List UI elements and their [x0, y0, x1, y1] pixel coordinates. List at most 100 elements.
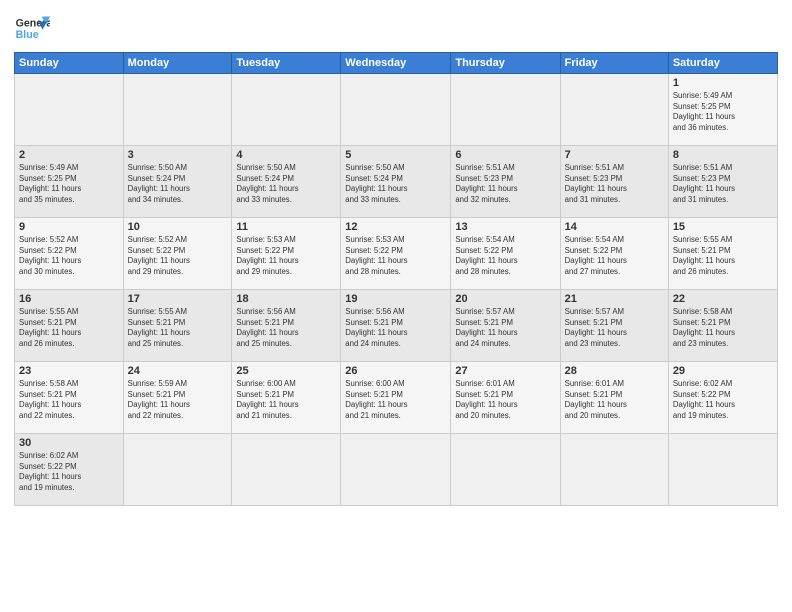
day-number: 25 — [236, 365, 336, 377]
day-number: 24 — [128, 365, 228, 377]
header: General Blue — [14, 10, 778, 46]
calendar-cell: 29 Sunrise: 6:02 AMSunset: 5:22 PMDayligh… — [668, 362, 777, 434]
calendar-cell — [341, 74, 451, 146]
day-info: Sunrise: 6:02 AMSunset: 5:22 PMDaylight:… — [19, 451, 119, 493]
calendar-cell: 11 Sunrise: 5:53 AMSunset: 5:22 PMDayligh… — [232, 218, 341, 290]
day-info: Sunrise: 5:55 AMSunset: 5:21 PMDaylight:… — [128, 307, 228, 349]
calendar-cell: 2 Sunrise: 5:49 AMSunset: 5:25 PMDaylight… — [15, 146, 124, 218]
calendar-body: 1 Sunrise: 5:49 AMSunset: 5:25 PMDaylight… — [15, 74, 778, 506]
calendar-cell: 26Sunrise: 6:00 AMSunset: 5:21 PMDayligh… — [341, 362, 451, 434]
calendar-cell: 6Sunrise: 5:51 AMSunset: 5:23 PMDaylight… — [451, 146, 560, 218]
day-number: 9 — [19, 221, 119, 233]
calendar-cell: 15 Sunrise: 5:55 AMSunset: 5:21 PMDayligh… — [668, 218, 777, 290]
calendar-cell: 19 Sunrise: 5:56 AMSunset: 5:21 PMDayligh… — [341, 290, 451, 362]
day-number: 19 — [345, 293, 446, 305]
calendar-week-3: 9 Sunrise: 5:52 AMSunset: 5:22 PMDaylight… — [15, 218, 778, 290]
day-of-week-saturday: Saturday — [668, 53, 777, 74]
day-info: Sunrise: 5:51 AMSunset: 5:23 PMDaylight:… — [455, 163, 555, 205]
calendar-cell: 21 Sunrise: 5:57 AMSunset: 5:21 PMDayligh… — [560, 290, 668, 362]
calendar-cell: 5 Sunrise: 5:50 AMSunset: 5:24 PMDaylight… — [341, 146, 451, 218]
calendar-week-4: 16Sunrise: 5:55 AMSunset: 5:21 PMDayligh… — [15, 290, 778, 362]
day-info: Sunrise: 5:50 AMSunset: 5:24 PMDaylight:… — [128, 163, 228, 205]
calendar-cell — [560, 434, 668, 506]
calendar-cell: 13Sunrise: 5:54 AMSunset: 5:22 PMDayligh… — [451, 218, 560, 290]
day-number: 8 — [673, 149, 773, 161]
day-number: 28 — [565, 365, 664, 377]
day-number: 12 — [345, 221, 446, 233]
calendar-cell: 30Sunrise: 6:02 AMSunset: 5:22 PMDayligh… — [15, 434, 124, 506]
calendar-cell — [668, 434, 777, 506]
day-number: 4 — [236, 149, 336, 161]
day-info: Sunrise: 5:55 AMSunset: 5:21 PMDaylight:… — [673, 235, 773, 277]
svg-text:Blue: Blue — [16, 29, 39, 41]
day-number: 3 — [128, 149, 228, 161]
generalblue-logo-icon: General Blue — [14, 10, 50, 46]
calendar-header: SundayMondayTuesdayWednesdayThursdayFrid… — [15, 53, 778, 74]
calendar-cell: 9 Sunrise: 5:52 AMSunset: 5:22 PMDaylight… — [15, 218, 124, 290]
day-info: Sunrise: 5:49 AMSunset: 5:25 PMDaylight:… — [19, 163, 119, 205]
calendar-cell: 25 Sunrise: 6:00 AMSunset: 5:21 PMDayligh… — [232, 362, 341, 434]
day-of-week-sunday: Sunday — [15, 53, 124, 74]
day-info: Sunrise: 5:57 AMSunset: 5:21 PMDaylight:… — [455, 307, 555, 349]
calendar-cell — [232, 434, 341, 506]
calendar-cell: 17Sunrise: 5:55 AMSunset: 5:21 PMDayligh… — [123, 290, 232, 362]
day-number: 21 — [565, 293, 664, 305]
day-number: 11 — [236, 221, 336, 233]
day-number: 26 — [345, 365, 446, 377]
day-info: Sunrise: 5:56 AMSunset: 5:21 PMDaylight:… — [345, 307, 446, 349]
day-number: 15 — [673, 221, 773, 233]
calendar-cell — [15, 74, 124, 146]
calendar-week-5: 23 Sunrise: 5:58 AMSunset: 5:21 PMDayligh… — [15, 362, 778, 434]
day-number: 20 — [455, 293, 555, 305]
calendar-cell: 1 Sunrise: 5:49 AMSunset: 5:25 PMDaylight… — [668, 74, 777, 146]
logo: General Blue — [14, 10, 50, 46]
day-info: Sunrise: 5:49 AMSunset: 5:25 PMDaylight:… — [673, 91, 773, 133]
day-info: Sunrise: 6:01 AMSunset: 5:21 PMDaylight:… — [565, 379, 664, 421]
calendar-cell — [451, 74, 560, 146]
calendar-cell: 28 Sunrise: 6:01 AMSunset: 5:21 PMDayligh… — [560, 362, 668, 434]
calendar-cell — [341, 434, 451, 506]
day-number: 29 — [673, 365, 773, 377]
day-info: Sunrise: 5:57 AMSunset: 5:21 PMDaylight:… — [565, 307, 664, 349]
day-info: Sunrise: 5:52 AMSunset: 5:22 PMDaylight:… — [19, 235, 119, 277]
calendar-week-1: 1 Sunrise: 5:49 AMSunset: 5:25 PMDaylight… — [15, 74, 778, 146]
page: General Blue SundayMondayTuesdayWednesda… — [0, 0, 792, 612]
day-number: 22 — [673, 293, 773, 305]
calendar-cell: 10 Sunrise: 5:52 AMSunset: 5:22 PMDayligh… — [123, 218, 232, 290]
day-number: 10 — [128, 221, 228, 233]
calendar-cell: 27 Sunrise: 6:01 AMSunset: 5:21 PMDayligh… — [451, 362, 560, 434]
calendar-cell: 18Sunrise: 5:56 AMSunset: 5:21 PMDayligh… — [232, 290, 341, 362]
day-info: Sunrise: 6:02 AMSunset: 5:22 PMDaylight:… — [673, 379, 773, 421]
calendar-cell — [451, 434, 560, 506]
day-number: 2 — [19, 149, 119, 161]
day-header-row: SundayMondayTuesdayWednesdayThursdayFrid… — [15, 53, 778, 74]
day-info: Sunrise: 5:52 AMSunset: 5:22 PMDaylight:… — [128, 235, 228, 277]
day-number: 1 — [673, 77, 773, 89]
day-number: 14 — [565, 221, 664, 233]
day-of-week-tuesday: Tuesday — [232, 53, 341, 74]
calendar-cell — [123, 74, 232, 146]
day-number: 27 — [455, 365, 555, 377]
day-info: Sunrise: 6:01 AMSunset: 5:21 PMDaylight:… — [455, 379, 555, 421]
day-of-week-monday: Monday — [123, 53, 232, 74]
day-of-week-thursday: Thursday — [451, 53, 560, 74]
calendar-cell: 8 Sunrise: 5:51 AMSunset: 5:23 PMDaylight… — [668, 146, 777, 218]
calendar-cell: 14 Sunrise: 5:54 AMSunset: 5:22 PMDayligh… — [560, 218, 668, 290]
day-number: 5 — [345, 149, 446, 161]
day-info: Sunrise: 5:54 AMSunset: 5:22 PMDaylight:… — [565, 235, 664, 277]
calendar-cell: 4Sunrise: 5:50 AMSunset: 5:24 PMDaylight… — [232, 146, 341, 218]
day-info: Sunrise: 5:58 AMSunset: 5:21 PMDaylight:… — [19, 379, 119, 421]
calendar-cell: 3 Sunrise: 5:50 AMSunset: 5:24 PMDaylight… — [123, 146, 232, 218]
day-info: Sunrise: 5:54 AMSunset: 5:22 PMDaylight:… — [455, 235, 555, 277]
day-number: 7 — [565, 149, 664, 161]
day-info: Sunrise: 5:51 AMSunset: 5:23 PMDaylight:… — [565, 163, 664, 205]
calendar-table: SundayMondayTuesdayWednesdayThursdayFrid… — [14, 52, 778, 506]
day-info: Sunrise: 5:53 AMSunset: 5:22 PMDaylight:… — [236, 235, 336, 277]
day-number: 23 — [19, 365, 119, 377]
day-info: Sunrise: 5:51 AMSunset: 5:23 PMDaylight:… — [673, 163, 773, 205]
calendar-cell: 22Sunrise: 5:58 AMSunset: 5:21 PMDayligh… — [668, 290, 777, 362]
day-info: Sunrise: 6:00 AMSunset: 5:21 PMDaylight:… — [236, 379, 336, 421]
calendar-cell: 16Sunrise: 5:55 AMSunset: 5:21 PMDayligh… — [15, 290, 124, 362]
calendar-cell: 12Sunrise: 5:53 AMSunset: 5:22 PMDayligh… — [341, 218, 451, 290]
day-info: Sunrise: 5:50 AMSunset: 5:24 PMDaylight:… — [345, 163, 446, 205]
